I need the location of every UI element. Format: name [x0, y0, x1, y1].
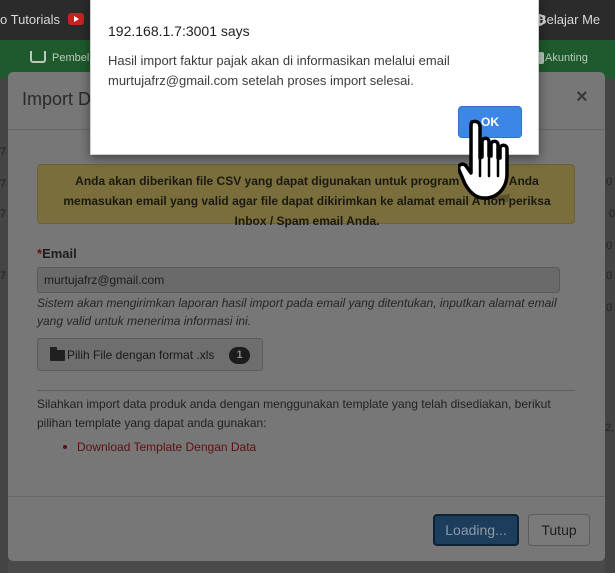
background-cell: 0 — [606, 176, 613, 188]
dialog-message: Hasil import faktur pajak akan di inform… — [108, 53, 450, 88]
cart-icon — [30, 51, 46, 63]
download-template-link[interactable]: Download Template Dengan Data — [77, 440, 256, 454]
modal-footer-divider — [8, 496, 605, 497]
loading-button[interactable]: Loading... — [433, 514, 519, 546]
modal-title: Import D — [22, 89, 92, 109]
list-bullet — [63, 445, 67, 449]
background-cell: 7 — [0, 208, 7, 220]
email-label: *Email — [37, 246, 77, 261]
bookmark-tutorials[interactable]: o Tutorials — [0, 12, 60, 27]
background-cell: 7 — [0, 178, 7, 190]
background-table-right — [605, 78, 615, 573]
background-cell: 0 — [609, 208, 615, 220]
background-cell: 7 — [0, 270, 7, 282]
background-cell: 2, — [605, 422, 615, 434]
choose-file-button[interactable]: Pilih File dengan format .xls 1 — [37, 338, 263, 371]
background-cell: 0 — [606, 240, 613, 252]
divider — [37, 390, 575, 391]
file-count-badge: 1 — [229, 347, 250, 364]
email-help-text: Sistem akan mengirimkan laporan hasil im… — [37, 296, 557, 328]
dialog-title: 192.168.1.7:3001 says — [108, 23, 250, 39]
nav-item-akunting[interactable]: Akunting — [545, 52, 588, 64]
email-label-text: Email — [42, 246, 77, 261]
folder-open-icon — [50, 347, 65, 361]
background-cell: 0 — [606, 270, 613, 282]
close-icon[interactable]: × — [576, 86, 588, 109]
bookmark-belajar[interactable]: Belajar Me — [538, 12, 600, 27]
youtube-icon[interactable] — [68, 13, 84, 25]
email-field[interactable] — [37, 267, 560, 293]
nav-item-pembelian[interactable]: Pembel — [52, 52, 89, 64]
hand-pointer-icon — [458, 119, 510, 202]
choose-file-label: Pilih File dengan format .xls — [67, 348, 215, 362]
background-cell: 7 — [0, 146, 7, 158]
template-instructions: Silahkan import data produk anda dengan … — [37, 397, 551, 430]
background-cell: 0 — [606, 302, 613, 314]
tutup-button[interactable]: Tutup — [528, 514, 590, 546]
